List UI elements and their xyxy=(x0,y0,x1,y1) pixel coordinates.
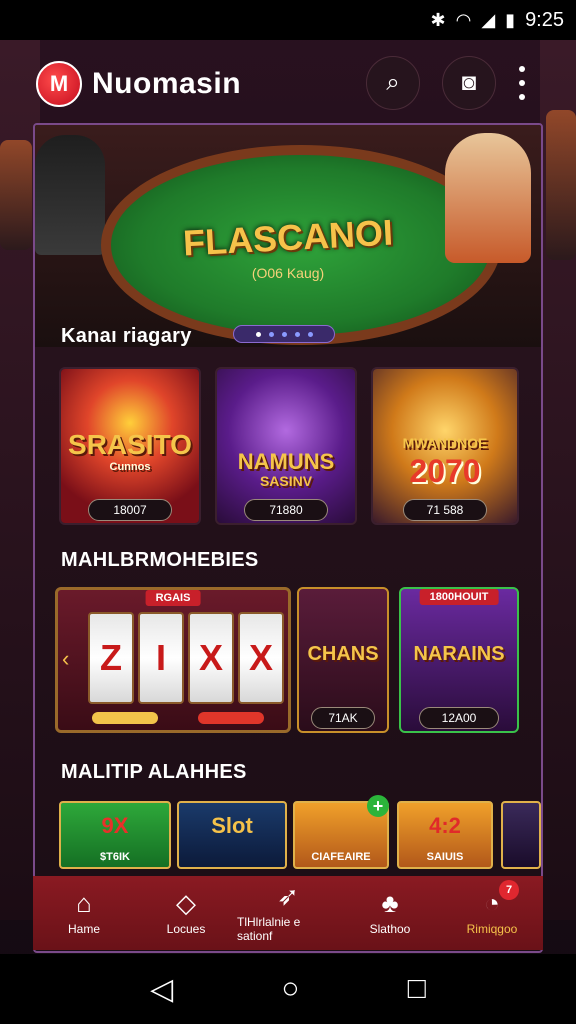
game-tile-label: SAIUIS xyxy=(426,851,464,863)
game-tile-label: $T6IK xyxy=(100,851,130,863)
game-value: 71AK xyxy=(311,707,375,729)
recents-icon[interactable]: □ xyxy=(408,972,426,1006)
slot-ribbon: RGAIS xyxy=(145,590,201,606)
chevron-left-icon[interactable]: ‹ xyxy=(62,646,69,672)
game-tile[interactable] xyxy=(501,801,541,869)
game-value: 71880 xyxy=(244,499,328,521)
tab-label: Locues xyxy=(166,922,206,936)
app-header: M Nuomasin ⌕ ◙ xyxy=(30,48,546,120)
game-value: 18007 xyxy=(88,499,172,521)
dot-icon xyxy=(519,66,525,72)
game-tile-title: 9X xyxy=(101,813,129,838)
tab-label: Slathoo xyxy=(369,922,411,936)
tab-label: Rimiqgoo xyxy=(466,922,518,936)
add-icon[interactable]: + xyxy=(367,795,389,817)
carousel-dot xyxy=(307,331,313,337)
carousel-dot xyxy=(255,331,261,337)
game-title: NAMUNS xyxy=(237,449,335,474)
app-name: Nuomasin xyxy=(92,67,242,100)
slot-machine-decor xyxy=(0,140,32,250)
tab-home[interactable]: ⌂ Hame xyxy=(33,876,135,950)
dot-icon xyxy=(519,80,525,86)
game-ribbon: 1800HOUIT xyxy=(419,589,499,605)
battery-icon: ▮ xyxy=(505,9,516,30)
game-tile[interactable]: 4:2 SAIUIS xyxy=(397,801,493,869)
section-title: Kanaı riagary xyxy=(61,325,192,347)
carousel-indicator[interactable] xyxy=(233,325,335,343)
content-panel: FLASCANOI (O06 Kaug) Kanaı riagary SRASI… xyxy=(33,123,543,953)
game-value: 12A00 xyxy=(419,707,499,729)
tab-promotions[interactable]: ➶ TlHlrlalnie e sationf xyxy=(237,876,339,950)
home-icon: ⌂ xyxy=(76,888,92,918)
tab-label: TlHlrlalnie e sationf xyxy=(237,915,301,943)
game-year: 2070 xyxy=(409,453,481,489)
camera-button[interactable]: ◙ xyxy=(442,56,496,110)
game-card[interactable]: SRASITO Cunnos 18007 xyxy=(59,367,201,525)
chat-icon: ◔ xyxy=(484,888,500,918)
game-title: NARAINS xyxy=(413,643,505,665)
notification-badge: 7 xyxy=(499,880,519,900)
dot-icon xyxy=(519,94,525,100)
game-tile-label: CIAFEAIRE xyxy=(311,851,371,863)
game-card[interactable]: NAMUNS SASINV 71880 xyxy=(215,367,357,525)
game-title: MWANDNOE xyxy=(402,435,488,451)
wifi-icon: ◠ xyxy=(455,9,472,30)
people-icon: ♣ xyxy=(381,888,399,918)
status-time: 9:25 xyxy=(525,8,564,31)
system-nav-bar: ◁ ○ □ xyxy=(0,954,576,1024)
game-title: SRASITO xyxy=(68,429,192,460)
game-tile-title: 4:2 xyxy=(429,813,461,838)
rocket-icon: ➶ xyxy=(277,881,299,911)
bet-bar xyxy=(92,712,158,724)
search-button[interactable]: ⌕ xyxy=(366,56,420,110)
game-tile-title: Slot xyxy=(211,813,253,838)
slot-reel: I xyxy=(138,612,184,704)
app-screen: ✱ ◠ ◢ ▮ 9:25 M Nuomasin ⌕ ◙ FLASCANOI (O… xyxy=(0,0,576,1024)
game-card[interactable]: MWANDNOE 2070 71 588 xyxy=(371,367,519,525)
game-subtitle: SASINV xyxy=(259,473,313,489)
spin-bar xyxy=(198,712,264,724)
game-card[interactable]: CHANS 71AK xyxy=(297,587,389,733)
status-bar: ✱ ◠ ◢ ▮ 9:25 xyxy=(0,0,576,40)
camera-icon: ◙ xyxy=(461,69,477,96)
game-tile[interactable]: 9X $T6IK xyxy=(59,801,171,869)
bottom-tab-bar: ⌂ Hame ◇ Locues ➶ TlHlrlalnie e sationf … xyxy=(33,876,543,950)
slot-reel: Z xyxy=(88,612,134,704)
search-icon: ⌕ xyxy=(386,69,400,96)
home-circle-icon[interactable]: ○ xyxy=(281,972,299,1006)
game-value: 71 588 xyxy=(403,499,487,521)
game-card[interactable]: 1800HOUIT NARAINS 12A00 xyxy=(399,587,519,733)
bluetooth-icon: ✱ xyxy=(430,9,446,30)
tab-messages[interactable]: ◔ Rimiqgoo 7 xyxy=(441,876,543,950)
section-title: MAHLBRMOHEBIES xyxy=(61,549,259,571)
slot-reel: X xyxy=(188,612,234,704)
more-options-button[interactable] xyxy=(516,66,528,100)
game-tile[interactable]: Slot xyxy=(177,801,287,869)
back-icon[interactable]: ◁ xyxy=(150,972,173,1007)
section-title: MALITIP ALAHHES xyxy=(61,761,247,783)
carousel-dot xyxy=(281,331,287,337)
tab-lobby[interactable]: ◇ Locues xyxy=(135,876,237,950)
app-logo[interactable]: M xyxy=(36,61,82,107)
slot-machine-decor xyxy=(546,110,576,260)
game-title: CHANS xyxy=(307,643,379,665)
banner-subtitle: (O06 Kaug) xyxy=(251,265,325,281)
slot-reel: X xyxy=(238,612,284,704)
game-subtitle: Cunnos xyxy=(109,461,151,473)
signal-icon: ◢ xyxy=(481,9,496,30)
promo-banner[interactable]: FLASCANOI (O06 Kaug) xyxy=(35,125,541,347)
diamond-icon: ◇ xyxy=(176,888,196,918)
tab-social[interactable]: ♣ Slathoo xyxy=(339,876,441,950)
carousel-dot xyxy=(268,331,274,337)
carousel-dot xyxy=(294,331,300,337)
slot-machine-card[interactable]: RGAIS Z I X X ‹ xyxy=(55,587,291,733)
tab-label: Hame xyxy=(67,922,100,936)
